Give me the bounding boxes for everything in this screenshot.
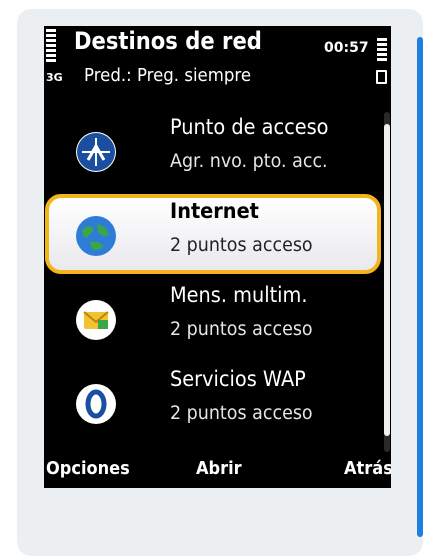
mms-envelope-icon [76,300,116,340]
page-title: Destinos de red [74,27,262,55]
globe-icon [76,216,116,256]
open-softkey[interactable]: Abrir [196,458,242,479]
list-item-sublabel: 2 puntos acceso [170,234,313,256]
status-bar: Destinos de red 00:57 3G Pred.: Preg. si… [44,26,391,112]
list-item-sublabel: Agr. nvo. pto. acc. [170,150,328,172]
access-point-icon [76,132,116,172]
phone-screen: Destinos de red 00:57 3G Pred.: Preg. si… [44,26,391,488]
list-item-internet[interactable]: Internet 2 puntos acceso [44,194,391,280]
wap-zero-icon [76,384,116,424]
list-item-sublabel: 2 puntos acceso [170,318,313,340]
list-item-label: Mens. multim. [170,283,308,307]
scrollbar[interactable] [384,112,390,452]
list-item-label: Servicios WAP [170,367,306,391]
signal-strength-icon [46,29,56,64]
list-item-label: Punto de acceso [170,115,329,139]
back-softkey[interactable]: Atrás [344,458,391,479]
list-item-punto-de-acceso[interactable]: Punto de acceso Agr. nvo. pto. acc. [44,112,391,196]
list-item-mens-multim[interactable]: Mens. multim. 2 puntos acceso [44,280,391,364]
options-softkey[interactable]: Opciones [46,458,130,479]
softkey-bar: Opciones Abrir Atrás [44,454,391,488]
scrollbar-thumb[interactable] [384,124,390,436]
default-destination-subtitle: Pred.: Preg. siempre [84,65,252,86]
list-item-label: Internet [170,199,259,223]
battery-level-icon [377,38,387,63]
network-indicator: 3G [46,71,63,84]
list-item-sublabel: 2 puntos acceso [170,402,313,424]
list-item-servicios-wap[interactable]: Servicios WAP 2 puntos acceso [44,364,391,448]
destination-list: Punto de acceso Agr. nvo. pto. acc. Inte… [44,112,391,456]
clock: 00:57 [324,40,369,56]
battery-icon [376,70,387,84]
card-accent-bar [417,37,423,537]
